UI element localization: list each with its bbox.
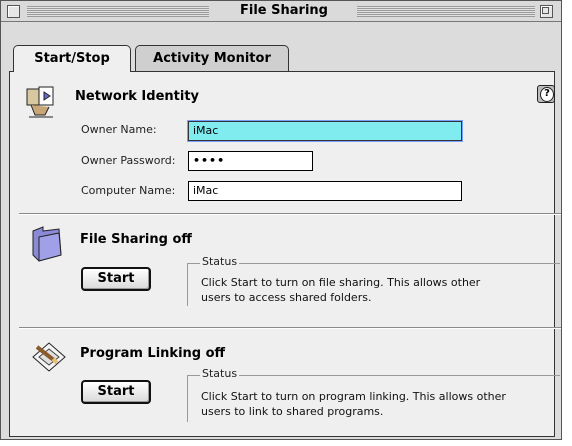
separator-1 (19, 213, 561, 215)
program-linking-status-title: Program Linking off (80, 346, 226, 361)
program-linking-status-line2: users to link to shared programs. (201, 405, 384, 418)
window-title: File Sharing (240, 3, 328, 18)
program-linking-icon (32, 342, 66, 372)
shared-folder-icon (32, 226, 62, 262)
file-sharing-status-label: Status (200, 255, 240, 268)
file-sharing-status-line2: users to access shared folders. (201, 291, 372, 304)
file-sharing-status-title: File Sharing off (80, 232, 192, 247)
title-bar-stripes-left (27, 6, 209, 17)
computer-name-field[interactable]: iMac (188, 181, 462, 201)
file-sharing-status-bracket (187, 263, 559, 264)
file-sharing-window: File Sharing Start/Stop Activity Monitor… (0, 0, 562, 440)
network-identity-title: Network Identity (75, 89, 200, 104)
owner-password-label: Owner Password: (81, 154, 176, 167)
title-bar-stripes-right (357, 6, 535, 17)
zoom-box-icon[interactable] (540, 5, 553, 18)
owner-name-field[interactable]: iMac (188, 121, 462, 141)
computer-name-label: Computer Name: (81, 184, 176, 197)
file-sharing-status-line1: Click Start to turn on file sharing. Thi… (201, 276, 481, 289)
title-bar[interactable]: File Sharing (1, 1, 561, 22)
program-linking-status-bracket (187, 375, 559, 376)
owner-password-field[interactable]: •••• (188, 151, 313, 171)
tab-activity-monitor[interactable]: Activity Monitor (135, 45, 289, 72)
tab-start-stop[interactable]: Start/Stop (13, 45, 131, 74)
question-mark-icon: ? (540, 87, 554, 102)
program-linking-status-label: Status (200, 367, 240, 380)
owner-name-label: Owner Name: (81, 123, 157, 136)
close-box-icon[interactable] (7, 5, 20, 18)
help-button[interactable]: ? (537, 85, 555, 103)
program-linking-status-line1: Click Start to turn on program linking. … (201, 390, 506, 403)
file-sharing-start-button[interactable]: Start (81, 267, 151, 291)
program-linking-start-button[interactable]: Start (81, 380, 151, 404)
separator-2 (19, 327, 561, 329)
network-identity-icon (26, 86, 54, 118)
